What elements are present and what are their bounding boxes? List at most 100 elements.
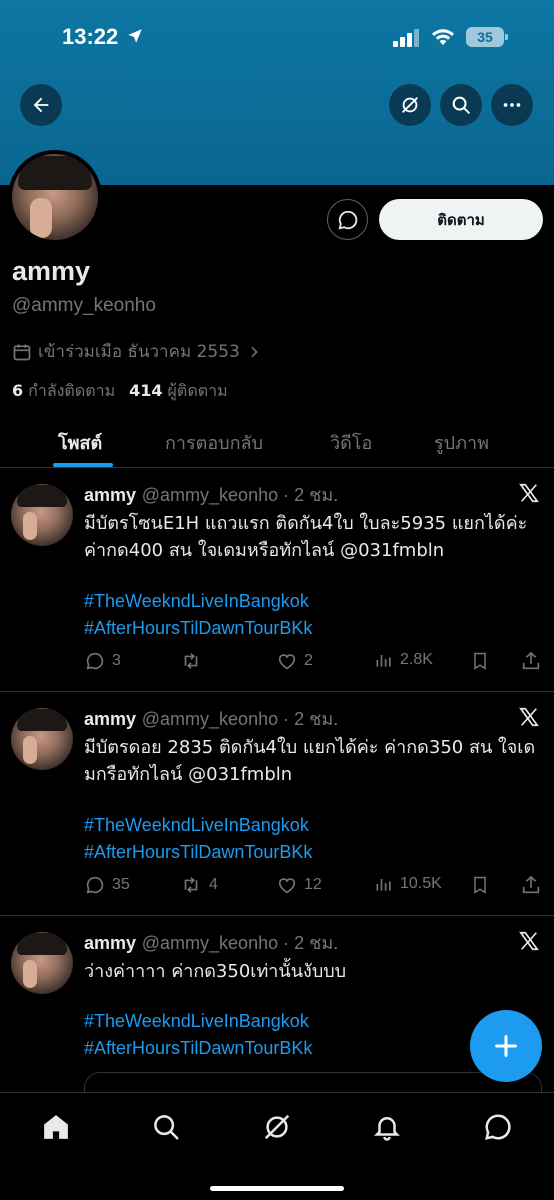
tweet-avatar[interactable]	[11, 484, 73, 546]
tweet-avatar[interactable]	[11, 932, 73, 994]
more-icon	[503, 103, 521, 107]
like-button[interactable]: 12	[276, 874, 322, 896]
following-stat[interactable]: 6 กำลังติดตาม	[12, 379, 115, 404]
bookmark-button[interactable]	[470, 874, 490, 896]
reply-button[interactable]: 35	[84, 874, 130, 896]
tab-replies[interactable]: การตอบกลับ	[165, 428, 263, 457]
tweet-header: ammy @ammy_keonho · 2 ชม.	[84, 480, 338, 509]
hashtag-link[interactable]: #AfterHoursTilDawnTourBKk	[84, 839, 312, 866]
views-count: 10.5K	[400, 875, 442, 892]
views-button[interactable]: 2.8K	[374, 650, 433, 670]
avatar-hair-shape	[17, 485, 67, 507]
followers-stat[interactable]: 414 ผู้ติดตาม	[129, 379, 227, 404]
tab-posts[interactable]: โพสต์	[58, 428, 102, 457]
battery-indicator: 35	[466, 27, 508, 47]
back-arrow-icon	[33, 97, 49, 113]
repost-button[interactable]	[179, 650, 209, 672]
search-icon	[154, 1115, 179, 1140]
profile-avatar[interactable]	[8, 150, 102, 244]
hashtag-link[interactable]: #AfterHoursTilDawnTourBKk	[84, 1035, 312, 1062]
x-logo-icon	[519, 707, 539, 727]
reply-icon	[86, 876, 104, 894]
home-indicator	[210, 1186, 344, 1191]
hashtag-link[interactable]: #TheWeekndLiveInBangkok	[84, 1008, 312, 1035]
heart-icon	[278, 878, 296, 894]
hashtag-link[interactable]: #TheWeekndLiveInBangkok	[84, 588, 312, 615]
tweet-avatar[interactable]	[11, 708, 73, 770]
bookmark-button[interactable]	[470, 650, 490, 672]
avatar-hair-shape	[17, 933, 67, 955]
active-tab-indicator	[53, 463, 113, 467]
tab-videos[interactable]: วิดีโอ	[330, 428, 372, 457]
wifi-icon	[432, 29, 454, 45]
views-button[interactable]: 10.5K	[374, 874, 442, 894]
views-chart-icon	[376, 655, 391, 667]
hashtag-link[interactable]: #AfterHoursTilDawnTourBKk	[84, 615, 312, 642]
avatar-hand-shape	[23, 960, 37, 988]
nav-notifications[interactable]	[369, 1109, 405, 1145]
tweet-item[interactable]: ammy @ammy_keonho · 2 ชม. ว่างค่าาาา ค่า…	[0, 916, 554, 1092]
share-button[interactable]	[520, 650, 542, 672]
back-button[interactable]	[20, 84, 62, 126]
joined-date[interactable]: เข้าร่วมเมือ ธันวาคม 2553	[12, 338, 262, 365]
tweet-hashtags: #TheWeekndLiveInBangkok #AfterHoursTilDa…	[84, 1008, 312, 1062]
x-logo-icon	[519, 931, 539, 951]
grok-icon	[264, 1114, 290, 1140]
tweet-author-name[interactable]: ammy	[84, 485, 136, 505]
status-bar: 13:22 35	[0, 0, 554, 76]
joined-text: เข้าร่วมเมือ ธันวาคม 2553	[38, 342, 240, 362]
home-icon	[44, 1115, 68, 1139]
bookmark-icon	[474, 876, 486, 894]
bottom-navigation	[0, 1092, 554, 1200]
share-icon	[522, 875, 540, 894]
chat-bubble-icon	[485, 1114, 511, 1140]
cellular-signal-icon	[393, 29, 419, 47]
plus-icon	[495, 1035, 517, 1057]
bell-icon	[373, 1117, 401, 1141]
followers-label: ผู้ติดตาม	[167, 381, 228, 400]
grok-button[interactable]	[389, 84, 431, 126]
repost-button[interactable]: 4	[179, 874, 218, 896]
tweet-header: ammy @ammy_keonho · 2 ชม.	[84, 928, 338, 957]
nav-search[interactable]	[148, 1109, 184, 1145]
nav-messages[interactable]	[480, 1109, 516, 1145]
tweet-text: ว่างค่าาาา ค่ากด350เท่านั้นงับบบ	[84, 961, 347, 982]
tweet-item[interactable]: ammy @ammy_keonho · 2 ชม. มีบัตรโซนE1H แ…	[0, 468, 554, 692]
compose-post-button[interactable]	[470, 1010, 542, 1082]
like-button[interactable]: 2	[276, 650, 313, 672]
views-chart-icon	[376, 879, 391, 891]
tweet-item[interactable]: ammy @ammy_keonho · 2 ชม. มีบัตรดอย 2835…	[0, 692, 554, 916]
repost-icon	[184, 653, 198, 669]
profile-tabs: โพสต์ การตอบกลับ วิดีโอ รูปภาพ	[0, 420, 554, 468]
grok-icon	[402, 97, 418, 113]
share-icon	[522, 651, 540, 670]
chevron-right-icon	[251, 346, 258, 357]
status-time: 13:22	[62, 24, 119, 49]
tweet-hashtags: #TheWeekndLiveInBangkok #AfterHoursTilDa…	[84, 812, 312, 866]
tweet-meta: @ammy_keonho · 2 ชม.	[141, 485, 339, 505]
nav-grok[interactable]	[259, 1109, 295, 1145]
search-button[interactable]	[440, 84, 482, 126]
follow-button[interactable]: ติดตาม	[379, 199, 543, 240]
reply-count: 3	[112, 652, 121, 669]
tweet-header: ammy @ammy_keonho · 2 ชม.	[84, 704, 338, 733]
tweet-hashtags: #TheWeekndLiveInBangkok #AfterHoursTilDa…	[84, 588, 312, 642]
tweet-author-name[interactable]: ammy	[84, 709, 136, 729]
avatar-hair-shape	[18, 156, 92, 190]
following-count: 6	[12, 381, 24, 400]
tweet-actions: 35 4 12 10.5K	[84, 874, 544, 898]
profile-handle: @ammy_keonho	[12, 295, 156, 316]
share-button[interactable]	[520, 874, 542, 896]
bookmark-icon	[474, 652, 486, 670]
reply-button[interactable]: 3	[84, 650, 121, 672]
more-options-button[interactable]	[491, 84, 533, 126]
tweet-text: มีบัตรดอย 2835 ติดกัน4ใบ แยกได้ค่ะ ค่ากด…	[84, 737, 536, 785]
tab-photos[interactable]: รูปภาพ	[434, 428, 489, 457]
views-count: 2.8K	[400, 651, 433, 668]
tweet-meta: @ammy_keonho · 2 ชม.	[141, 709, 339, 729]
tweet-author-name[interactable]: ammy	[84, 933, 136, 953]
nav-home[interactable]	[38, 1109, 74, 1145]
hashtag-link[interactable]: #TheWeekndLiveInBangkok	[84, 812, 312, 839]
message-button[interactable]	[327, 199, 368, 240]
search-icon	[452, 96, 470, 114]
